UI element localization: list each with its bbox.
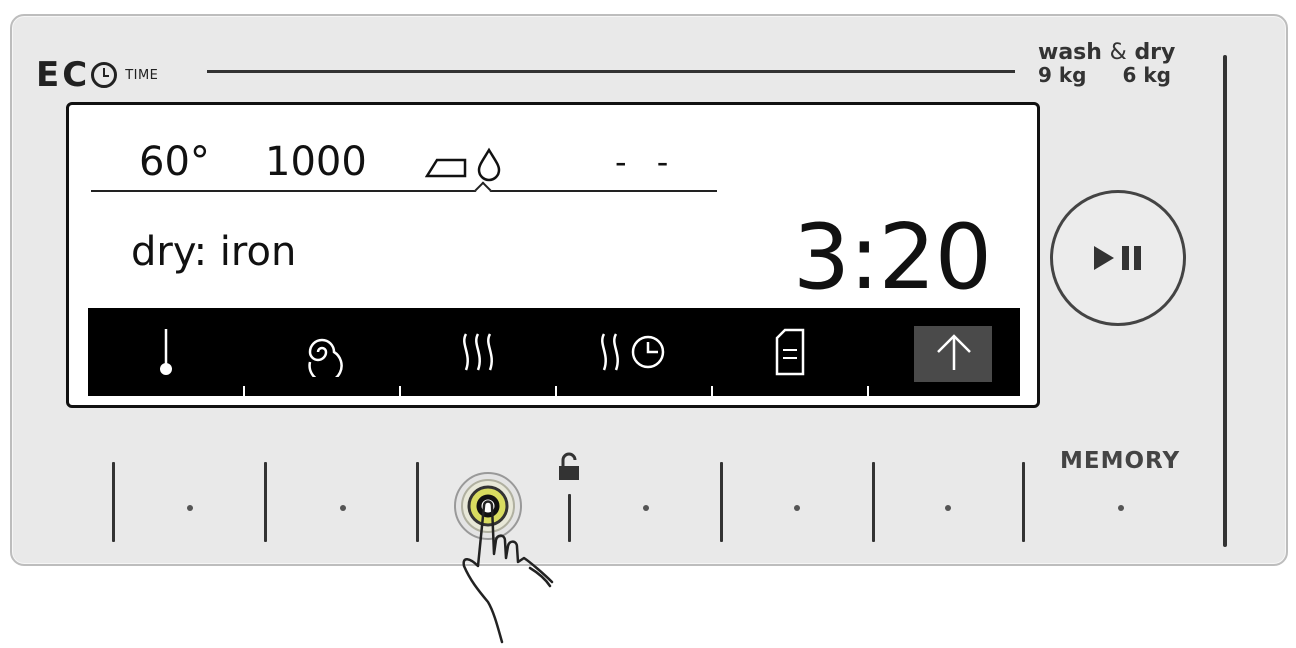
- lcd-display: 60° 1000 - - dry: iron 3:20: [66, 102, 1040, 408]
- button-divider: [416, 462, 419, 542]
- icon-separator: [555, 386, 557, 396]
- hand-pointer-icon: [462, 500, 554, 644]
- eco-time-logo: E C TIME: [36, 55, 158, 95]
- button-2[interactable]: [340, 505, 346, 511]
- logo-letter-c: C: [62, 55, 87, 95]
- options-icon[interactable]: [712, 308, 868, 396]
- capacity-label: wash & dry 9 kg 6 kg: [1038, 40, 1213, 87]
- wash-dry-title: wash & dry: [1038, 40, 1213, 65]
- program-name: dry: iron: [131, 229, 297, 275]
- wash-capacity: 9 kg: [1038, 63, 1087, 87]
- temperature-value[interactable]: 60°: [139, 139, 265, 185]
- start-pause-button[interactable]: [1050, 190, 1186, 326]
- button-5[interactable]: [794, 505, 800, 511]
- menu-icon-bar: [88, 308, 1020, 396]
- dry-icon[interactable]: [400, 308, 556, 396]
- dry-capacity: 6 kg: [1122, 63, 1172, 87]
- dry-word: dry: [1134, 40, 1176, 65]
- iron-drop-icon[interactable]: [424, 142, 615, 182]
- capacity-values: 9 kg 6 kg: [1038, 63, 1213, 87]
- dry-time-icon[interactable]: [556, 308, 712, 396]
- memory-label: MEMORY: [1060, 448, 1181, 474]
- play-pause-icon: [1094, 246, 1141, 270]
- button-6[interactable]: [945, 505, 951, 511]
- button-divider: [1022, 462, 1025, 542]
- icon-separator: [243, 386, 245, 396]
- header-divider: [207, 70, 1015, 73]
- logo-letter-e: E: [36, 55, 59, 95]
- button-divider: [720, 462, 723, 542]
- icon-separator: [867, 386, 869, 396]
- button-1[interactable]: [187, 505, 193, 511]
- parameter-row: 60° 1000 - -: [139, 139, 678, 185]
- memory-button[interactable]: [1118, 505, 1124, 511]
- button-divider: [872, 462, 875, 542]
- up-arrow-icon[interactable]: [876, 308, 1032, 396]
- spin-speed-value[interactable]: 1000: [265, 139, 425, 185]
- clock-icon: [91, 62, 118, 88]
- spin-icon[interactable]: [244, 308, 400, 396]
- icon-separator: [711, 386, 713, 396]
- icon-separator: [399, 386, 401, 396]
- parameter-underline: [91, 190, 717, 192]
- right-divider: [1223, 55, 1227, 547]
- button-4[interactable]: [643, 505, 649, 511]
- time-remaining: 3:20: [792, 205, 992, 310]
- logo-suffix: TIME: [125, 67, 159, 83]
- wash-word: wash: [1038, 40, 1102, 65]
- temperature-icon[interactable]: [88, 308, 244, 396]
- ampersand: &: [1109, 40, 1127, 65]
- extra-option-value[interactable]: - -: [615, 143, 678, 181]
- button-divider: [112, 462, 115, 542]
- button-divider: [264, 462, 267, 542]
